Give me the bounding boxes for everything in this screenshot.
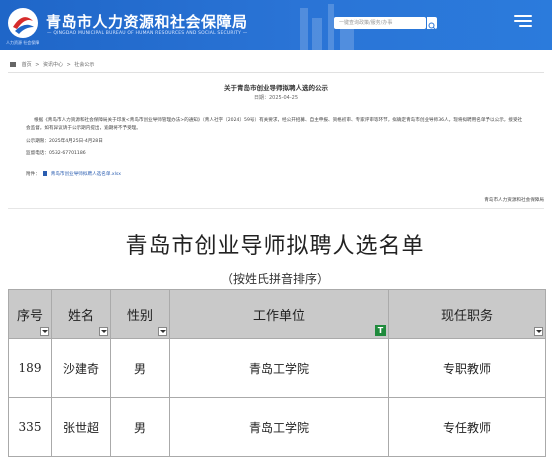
cell-name: 沙建奇 — [51, 338, 111, 398]
logo-tagline: 人力资源 社会保障 — [6, 40, 40, 45]
cell-position: 专职教师 — [388, 338, 546, 398]
cell-position: 专任教师 — [388, 397, 546, 457]
breadcrumb-home[interactable]: 首页 — [22, 62, 32, 68]
notice-period: 公示期限：2025年4月25日-4月28日 — [26, 139, 103, 144]
active-filter-icon[interactable]: T — [375, 325, 386, 336]
site-header: 人力资源 社会保障 青岛市人力资源和社会保障局 — QINGDAO MUNICI… — [0, 0, 552, 50]
breadcrumb-separator: > — [35, 62, 40, 68]
cell-gender: 男 — [110, 397, 170, 457]
attachment-preview: 青岛市创业导师拟聘人选名单 （按姓氏拼音排序） 序号 姓名 性别 工作单位 T … — [0, 214, 550, 457]
column-header-name: 姓名 — [51, 289, 111, 339]
column-header-gender: 性别 — [110, 289, 170, 339]
search-input[interactable]: 一键查询政策/服务/办事 — [334, 17, 426, 29]
document-title: 青岛市创业导师拟聘人选名单 — [125, 234, 425, 259]
cell-name: 张世超 — [51, 397, 111, 457]
cell-employer: 青岛工学院 — [169, 338, 389, 398]
article-signature: 青岛市人力资源和社会保障局 — [484, 198, 544, 203]
table-header-row: 序号 姓名 性别 工作单位 T 现任职务 — [8, 289, 546, 339]
cell-gender: 男 — [110, 338, 170, 398]
location-icon — [10, 62, 16, 67]
breadcrumb-separator: > — [66, 62, 71, 68]
article-date: 日期：2025-04-25 — [253, 95, 299, 101]
cell-employer: 青岛工学院 — [169, 397, 389, 457]
divider — [8, 72, 544, 73]
divider — [8, 208, 544, 209]
table-row: 335 张世超 男 青岛工学院 专任教师 — [8, 397, 546, 457]
column-header-index: 序号 — [8, 289, 52, 339]
attachment-label: 附件： — [26, 172, 40, 177]
filter-dropdown-icon[interactable] — [534, 327, 543, 336]
article-title: 关于青岛市创业导师拟聘人选的公示 — [224, 84, 328, 92]
breadcrumb: 首页 > 资讯中心 > 社会公示 — [10, 61, 94, 68]
column-header-employer: 工作单位 T — [169, 289, 389, 339]
file-icon — [43, 171, 48, 176]
column-header-position: 现任职务 — [388, 289, 546, 339]
supervision-phone: 监督电话：0532-67701186 — [26, 151, 86, 156]
filter-dropdown-icon[interactable] — [99, 327, 108, 336]
site-title[interactable]: 青岛市人力资源和社会保障局 — [46, 11, 248, 32]
search-icon — [428, 22, 436, 30]
menu-icon[interactable] — [513, 12, 533, 32]
cell-index: 335 — [8, 397, 52, 457]
filter-dropdown-icon[interactable] — [40, 327, 49, 336]
site-subtitle: — QINGDAO MUNICIPAL BUREAU OF HUMAN RESO… — [47, 31, 248, 36]
bureau-logo[interactable] — [7, 7, 39, 39]
cell-index: 189 — [8, 338, 52, 398]
search-button[interactable] — [427, 17, 437, 30]
candidate-table: 序号 姓名 性别 工作单位 T 现任职务 189 沙建奇 男 青岛工学院 专职教… — [8, 289, 546, 457]
attachment-link[interactable]: 青岛市创业导师拟聘人选名单.xlsx — [51, 172, 121, 177]
breadcrumb-public-notice[interactable]: 社会公示 — [74, 62, 94, 68]
breadcrumb-news-center[interactable]: 资讯中心 — [43, 62, 63, 68]
attachment: 附件： 青岛市创业导师拟聘人选名单.xlsx — [26, 171, 121, 177]
article-body: 根据《青岛市人力资源和社会保障局关于印发<青岛市创业导师管理办法>的通知》（青人… — [26, 118, 523, 131]
document-subtitle: （按姓氏拼音排序） — [220, 272, 329, 286]
filter-dropdown-icon[interactable] — [158, 327, 167, 336]
table-row: 189 沙建奇 男 青岛工学院 专职教师 — [8, 338, 546, 398]
